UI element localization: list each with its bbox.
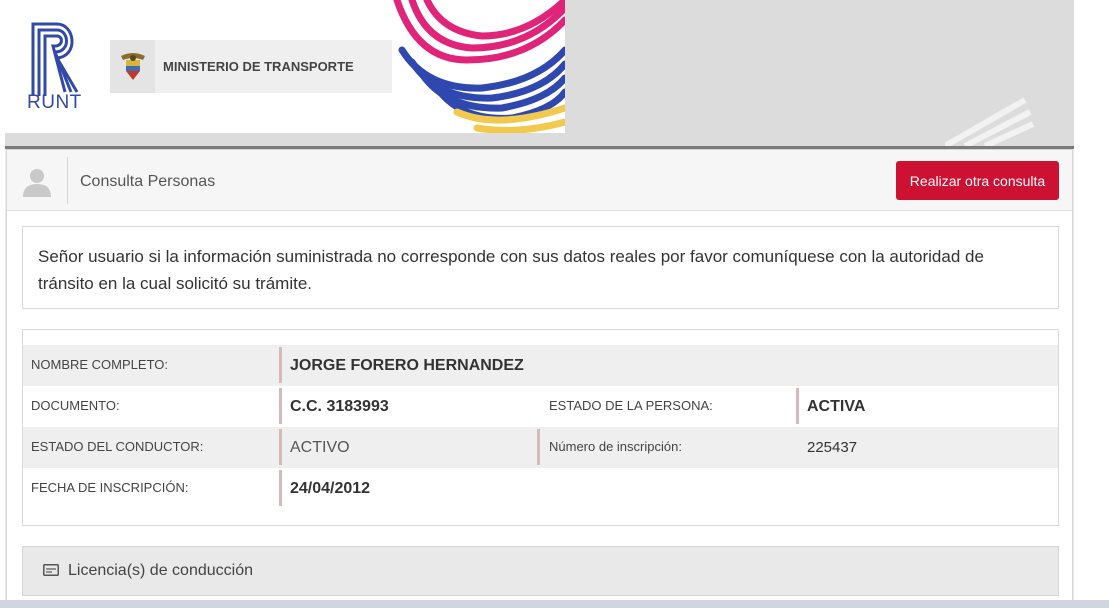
- info-row-driver-status: ESTADO DEL CONDUCTOR: ACTIVO Número de i…: [23, 427, 1058, 468]
- full-name-label: NOMBRE COMPLETO:: [31, 357, 169, 372]
- user-avatar-icon: [23, 169, 51, 197]
- license-card-icon: [43, 564, 59, 576]
- panel-header: Consulta Personas Realizar otra consulta: [7, 150, 1072, 211]
- runt-logo-text: RUNT: [27, 92, 82, 113]
- document-label: DOCUMENTO:: [31, 398, 120, 413]
- licenses-section-toggle[interactable]: Licencia(s) de conducción: [22, 546, 1059, 596]
- decorative-waves: [393, 0, 565, 133]
- person-status-label: ESTADO DE LA PERSONA:: [549, 398, 713, 413]
- registration-number-label: Número de inscripción:: [549, 439, 682, 454]
- value-marker: [537, 429, 540, 465]
- registration-date-value: 24/04/2012: [290, 480, 371, 497]
- info-row-registration-date: FECHA DE INSCRIPCIÓN: 24/04/2012: [23, 468, 1058, 509]
- info-row-name: NOMBRE COMPLETO: JORGE FORERO HERNANDEZ: [23, 345, 1058, 386]
- header-divider: [67, 157, 68, 204]
- page-frame: RUNT MINISTERIO DE TRANSPORTE Consulta P…: [5, 0, 1074, 608]
- registration-date-label: FECHA DE INSCRIPCIÓN:: [31, 480, 189, 495]
- new-query-button[interactable]: Realizar otra consulta: [896, 161, 1059, 200]
- licenses-section-title: Licencia(s) de conducción: [68, 562, 253, 579]
- consulta-personas-panel: Consulta Personas Realizar otra consulta…: [6, 149, 1073, 608]
- banner-corner-decor: [945, 97, 1035, 146]
- banner-logo-area: RUNT MINISTERIO DE TRANSPORTE: [5, 0, 565, 133]
- driver-status-label: ESTADO DEL CONDUCTOR:: [31, 439, 204, 454]
- ministry-badge: MINISTERIO DE TRANSPORTE: [110, 40, 392, 93]
- header-banner: RUNT MINISTERIO DE TRANSPORTE: [5, 0, 1074, 146]
- ministry-name: MINISTERIO DE TRANSPORTE: [163, 59, 354, 74]
- person-info-card: NOMBRE COMPLETO: JORGE FORERO HERNANDEZ …: [22, 329, 1059, 526]
- notice-text: Señor usuario si la información suminist…: [38, 247, 984, 293]
- colombia-seal-icon: [121, 53, 145, 80]
- user-notice: Señor usuario si la información suminist…: [22, 226, 1059, 309]
- right-gutter: [1074, 0, 1109, 608]
- window-bottom-strip: [0, 600, 1109, 608]
- panel-title: Consulta Personas: [80, 173, 216, 190]
- info-row-document: DOCUMENTO: C.C. 3183993 ESTADO DE LA PER…: [23, 386, 1058, 427]
